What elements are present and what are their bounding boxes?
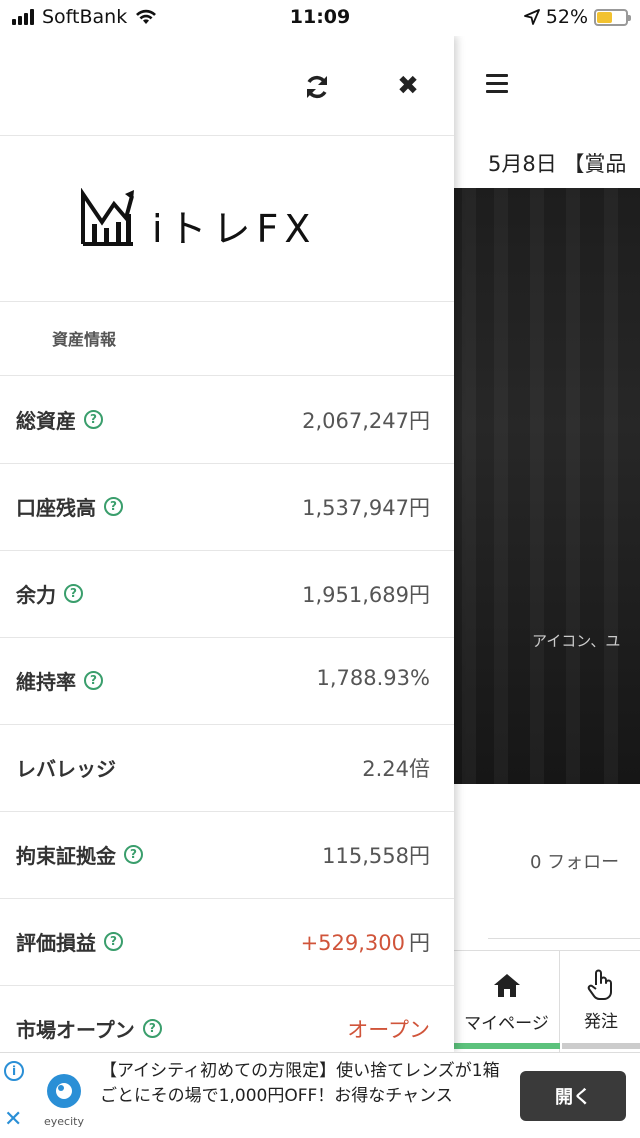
row-value: 115,558円 <box>322 844 430 868</box>
tab-active-indicator <box>454 1043 560 1049</box>
side-drawer: ✖ iトレFX 資産情報 総資産? 2,067,247円 口座残高? 1,537… <box>0 36 454 1052</box>
tab-order-label: 発注 <box>584 1012 618 1032</box>
ad-brand: eyecity <box>44 1115 84 1128</box>
help-icon[interactable]: ? <box>104 932 123 951</box>
tab-order[interactable]: 発注 <box>562 951 640 1052</box>
row-label: 総資産 <box>16 409 76 433</box>
row-market-open: 市場オープン? オープン <box>0 986 454 1052</box>
tab-inactive-indicator <box>562 1043 640 1049</box>
battery-percent: 52% <box>545 6 588 28</box>
row-required-margin: 拘束証拠金? 115,558円 <box>0 812 454 899</box>
row-value: 1,537,947円 <box>302 496 430 520</box>
logo-area: iトレFX <box>0 136 454 302</box>
row-value: オープン <box>347 1018 430 1042</box>
info-icon[interactable]: i <box>4 1061 24 1081</box>
row-label: レバレッジ <box>16 757 116 781</box>
row-label: 市場オープン <box>16 1018 135 1042</box>
tab-mypage[interactable]: マイページ <box>454 951 560 1052</box>
status-right: 52% <box>523 6 631 28</box>
eyecity-logo-icon <box>47 1074 81 1108</box>
home-icon <box>493 974 520 997</box>
location-arrow-icon <box>523 9 540 25</box>
row-value: 1,788.93% <box>316 666 430 690</box>
row-value: +529,300 <box>300 931 405 955</box>
battery-fill <box>597 11 612 23</box>
drawer-toolbar: ✖ <box>0 36 454 136</box>
row-account-balance: 口座残高? 1,537,947円 <box>0 464 454 551</box>
row-unrealized-pl: 評価損益? +529,300 円 <box>0 899 454 986</box>
battery-icon <box>594 8 631 26</box>
help-icon[interactable]: ? <box>142 1019 162 1038</box>
page-headline[interactable]: 5月8日 【賞品 <box>488 148 626 178</box>
row-leverage: レバレッジ 2.24倍 <box>0 725 454 812</box>
ad-text[interactable]: 【アイシティ初めての方限定】使い捨てレンズが1箱ごとにその場で1,000円OFF… <box>100 1059 500 1109</box>
row-label: 評価損益 <box>16 931 96 955</box>
row-label: 拘束証拠金 <box>16 844 116 868</box>
row-value: 2,067,247円 <box>302 409 430 433</box>
close-icon[interactable]: ✖ <box>394 72 422 100</box>
row-label: 維持率 <box>16 670 76 694</box>
bottom-tab-bar: マイページ 発注 <box>454 950 640 1052</box>
itore-logo-icon <box>81 188 134 246</box>
status-bar: SoftBank 11:09 52% <box>0 0 640 36</box>
asset-info-header: 資産情報 <box>0 302 454 376</box>
refresh-icon[interactable] <box>302 72 332 102</box>
row-label: 余力 <box>16 583 56 607</box>
divider <box>488 938 640 939</box>
help-icon[interactable]: ? <box>104 497 123 516</box>
brand-logo-text: iトレFX <box>152 207 317 251</box>
row-unit: 円 <box>409 931 430 955</box>
row-maintenance-rate: 維持率? 1,788.93% <box>0 638 454 725</box>
row-value: 2.24倍 <box>362 757 430 781</box>
close-icon[interactable]: ✕ <box>4 1109 22 1131</box>
help-icon[interactable]: ? <box>84 671 103 690</box>
help-icon[interactable]: ? <box>84 410 103 429</box>
row-available-margin: 余力? 1,951,689円 <box>0 551 454 638</box>
help-icon[interactable]: ? <box>64 584 83 603</box>
hand-pointer-icon <box>587 969 612 1000</box>
row-value-wrap: +529,300 円 <box>301 927 430 957</box>
help-icon[interactable]: ? <box>124 845 143 864</box>
background-page: 5月8日 【賞品 アイコン、ユ 0 フォロー マイページ 発注 <box>454 36 640 1052</box>
follow-count[interactable]: 0 フォロー <box>530 848 619 874</box>
row-total-assets: 総資産? 2,067,247円 <box>0 377 454 464</box>
hamburger-menu-icon[interactable] <box>486 74 508 98</box>
ad-banner[interactable]: i ✕ eyecity 【アイシティ初めての方限定】使い捨てレンズが1箱ごとにそ… <box>0 1052 640 1138</box>
section-title: 資産情報 <box>52 330 117 349</box>
row-label: 口座残高 <box>16 496 96 520</box>
hero-image[interactable]: アイコン、ユ <box>454 188 640 784</box>
tab-mypage-label: マイページ <box>464 1014 549 1034</box>
row-value: 1,951,689円 <box>302 583 430 607</box>
ad-open-button[interactable]: 開く <box>520 1071 626 1121</box>
hero-caption: アイコン、ユ <box>532 632 621 650</box>
